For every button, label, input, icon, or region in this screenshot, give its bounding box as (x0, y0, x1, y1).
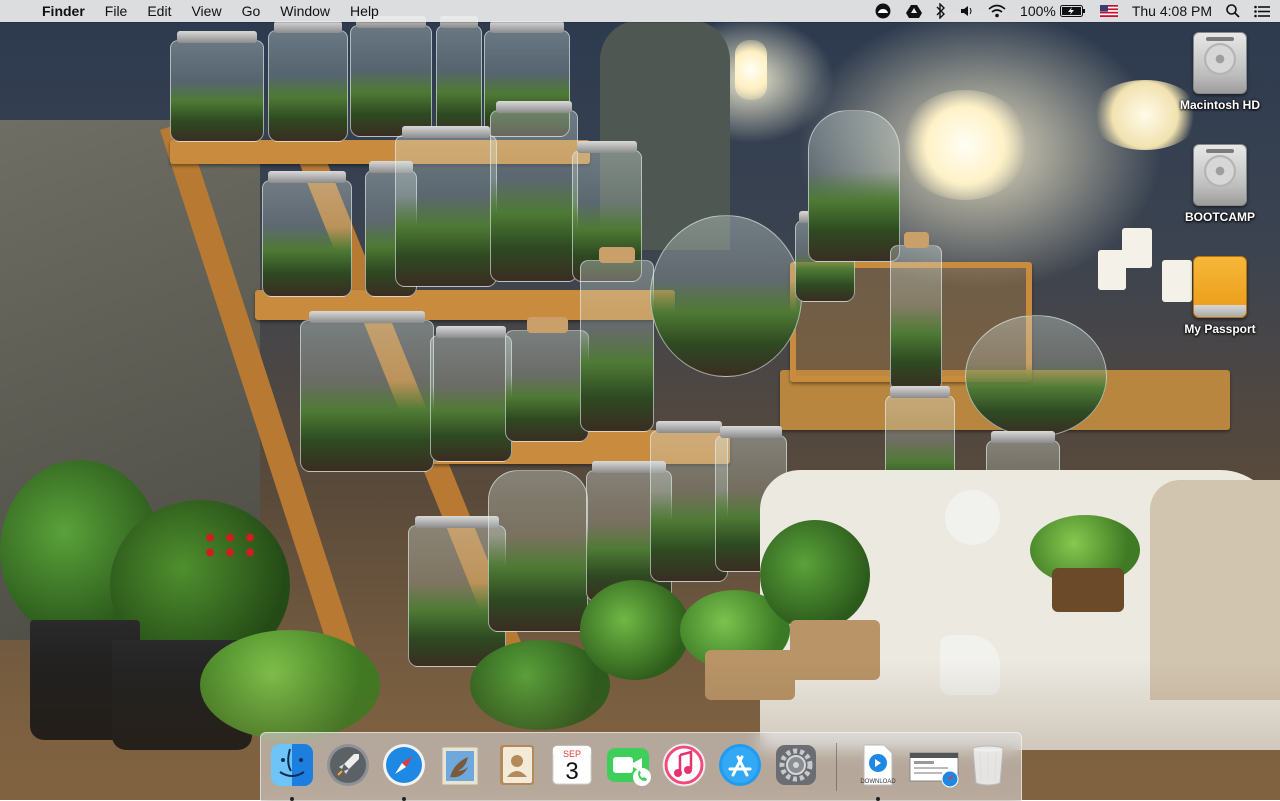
facetime-icon (607, 748, 651, 786)
dock-facetime[interactable] (604, 741, 652, 789)
launchpad-icon (327, 744, 369, 786)
dock-finder[interactable] (268, 741, 316, 801)
dock-downloads-stack[interactable]: DOWNLOAD (854, 741, 902, 801)
internal-drive-icon (1193, 32, 1247, 94)
menu-window[interactable]: Window (270, 0, 340, 22)
menubar-clock[interactable]: Thu 4:08 PM (1132, 0, 1212, 22)
itunes-icon (662, 743, 706, 787)
dock-contacts[interactable] (492, 741, 540, 789)
menu-edit[interactable]: Edit (137, 0, 181, 22)
running-indicator (290, 797, 294, 801)
system-preferences-icon (776, 745, 816, 785)
wallpaper-lamp (900, 90, 1030, 200)
us-flag-input-icon[interactable] (1099, 0, 1118, 22)
desktop-icon-label: Macintosh HD (1179, 98, 1260, 112)
desktop-icon-my-passport[interactable]: My Passport (1160, 256, 1280, 336)
creative-cloud-icon[interactable] (874, 0, 892, 22)
menu-view[interactable]: View (181, 0, 231, 22)
safari-icon (383, 744, 425, 786)
desktop-icon-macintosh-hd[interactable]: Macintosh HD (1160, 32, 1280, 112)
wallpaper-bulb (735, 40, 767, 100)
menu-help[interactable]: Help (340, 0, 389, 22)
menu-file[interactable]: File (95, 0, 138, 22)
desktop-wallpaper (0, 0, 1280, 800)
dock-calendar[interactable]: SEP 3 (548, 741, 596, 789)
apple-menu-icon[interactable] (0, 0, 32, 22)
volume-icon[interactable] (960, 0, 974, 22)
spotlight-search-icon[interactable] (1226, 0, 1240, 22)
battery-charging-icon[interactable] (1059, 0, 1086, 22)
dock-safari[interactable] (380, 741, 428, 801)
desktop-icon-label: BOOTCAMP (1185, 210, 1255, 224)
dock: SEP 3 DOWNLOAD (260, 732, 1022, 801)
dock-itunes[interactable] (660, 741, 708, 789)
bluetooth-icon[interactable] (936, 0, 946, 22)
desktop-icon-bootcamp[interactable]: BOOTCAMP (1160, 144, 1280, 224)
dock-separator (836, 743, 837, 791)
battery-percent[interactable]: 100% (1020, 0, 1056, 22)
mail-icon (441, 746, 479, 786)
google-drive-icon[interactable] (906, 0, 923, 22)
menu-app-finder[interactable]: Finder (32, 0, 95, 22)
dock-system-preferences[interactable] (772, 741, 820, 789)
dock-trash[interactable] (964, 741, 1012, 789)
minimized-safari-window-icon (909, 752, 959, 788)
wifi-icon[interactable] (988, 0, 1006, 22)
trash-icon (972, 745, 1004, 786)
external-drive-icon (1193, 256, 1247, 318)
finder-icon (271, 744, 313, 786)
calendar-day: 3 (565, 758, 579, 785)
internal-drive-icon (1193, 144, 1247, 206)
menu-bar: Finder File Edit View Go Window Help 100… (0, 0, 1280, 22)
dock-minimized-window[interactable] (908, 741, 962, 789)
dock-launchpad[interactable] (324, 741, 372, 789)
menu-go[interactable]: Go (232, 0, 271, 22)
desktop-icon-label: My Passport (1184, 322, 1256, 336)
dock-app-store[interactable] (716, 741, 764, 789)
downloads-stack-label: DOWNLOAD (860, 779, 896, 785)
dock-mail[interactable] (436, 741, 484, 789)
contacts-icon (500, 745, 534, 785)
app-store-icon (719, 744, 761, 786)
running-indicator (402, 797, 406, 801)
running-indicator (876, 797, 880, 801)
notification-center-icon[interactable] (1254, 0, 1270, 22)
